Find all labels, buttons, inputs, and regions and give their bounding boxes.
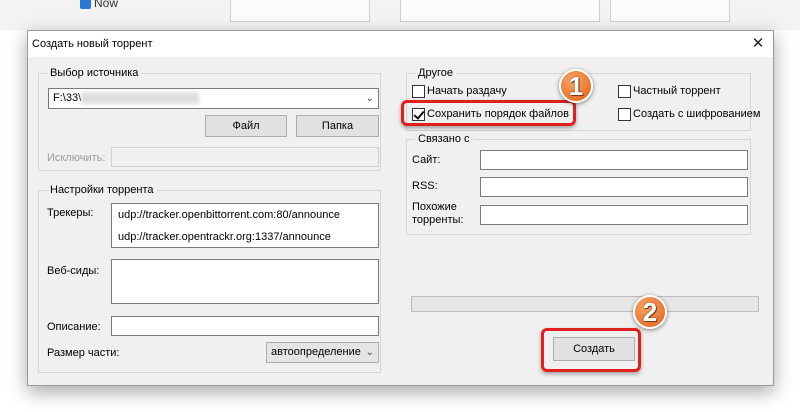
private-torrent-checkbox[interactable] xyxy=(618,85,631,98)
create-torrent-dialog: Создать новый торрент ✕ Выбор источника … xyxy=(27,30,774,386)
similar-torrents-input[interactable] xyxy=(480,205,748,225)
highlight-box-2 xyxy=(541,328,641,372)
webseeds-textarea[interactable] xyxy=(111,259,379,304)
app-tab-icon xyxy=(80,0,91,9)
piece-size-select[interactable]: автоопределение ⌄ xyxy=(266,342,379,363)
piece-size-label: Размер части: xyxy=(47,347,120,359)
private-torrent-label: Частный торрент xyxy=(633,85,721,97)
dialog-title: Создать новый торрент xyxy=(32,38,153,50)
dialog-titlebar: Создать новый торрент ✕ xyxy=(28,31,773,57)
site-input[interactable] xyxy=(480,150,748,170)
related-group: Связано с Сайт: RSS: Похожие торренты: xyxy=(406,133,751,235)
background-toolbar-segment xyxy=(610,0,730,22)
site-label: Сайт: xyxy=(412,154,441,166)
file-button[interactable]: Файл xyxy=(205,115,287,137)
background-toolbar-segment xyxy=(230,0,370,22)
piece-size-value: автоопределение xyxy=(271,346,361,358)
step-badge-1: 1 xyxy=(559,69,593,103)
torrent-settings-group: Настройки торрента Трекеры: udp://tracke… xyxy=(38,184,381,373)
background-app-toolbar: Now xyxy=(0,0,800,30)
related-group-legend: Связано с xyxy=(415,133,473,145)
similar-label-line1: Похожие xyxy=(412,201,457,213)
tracker-line: udp://tracker.openbittorrent.com:80/anno… xyxy=(118,209,340,221)
rss-label: RSS: xyxy=(412,180,438,192)
similar-label-line2: торренты: xyxy=(412,214,464,226)
chevron-down-icon: ⌄ xyxy=(365,93,374,104)
close-icon[interactable]: ✕ xyxy=(743,31,773,57)
other-group-legend: Другое xyxy=(415,67,456,79)
settings-group-legend: Настройки торрента xyxy=(47,184,157,196)
encryption-label: Создать с шифрованием xyxy=(633,108,761,120)
source-path-value: F:\33\ xyxy=(53,92,82,104)
description-label: Описание: xyxy=(47,321,101,333)
chevron-down-icon: ⌄ xyxy=(365,347,374,358)
description-input[interactable] xyxy=(111,316,379,336)
folder-button[interactable]: Папка xyxy=(296,115,379,137)
exclude-input xyxy=(111,147,379,167)
trackers-textarea[interactable]: udp://tracker.openbittorrent.com:80/anno… xyxy=(111,203,379,248)
tracker-line: udp://tracker.opentrackr.org:1337/announ… xyxy=(118,231,331,243)
step-badge-2: 2 xyxy=(633,295,667,329)
exclude-label: Исключить: xyxy=(47,152,106,164)
encryption-checkbox[interactable] xyxy=(618,108,631,121)
background-tab-label: Now xyxy=(94,0,119,10)
highlight-box-1 xyxy=(401,100,576,126)
webseeds-label: Веб-сиды: xyxy=(47,265,100,277)
start-seeding-label: Начать раздачу xyxy=(427,85,507,97)
source-group: Выбор источника F:\33\ ⌄ Файл Папка Искл… xyxy=(38,67,381,171)
redacted-path-mask xyxy=(81,92,199,104)
background-toolbar-segment xyxy=(400,0,600,22)
progress-bar xyxy=(411,296,759,312)
start-seeding-checkbox[interactable] xyxy=(412,85,425,98)
source-group-legend: Выбор источника xyxy=(47,67,142,79)
trackers-label: Трекеры: xyxy=(47,207,94,219)
rss-input[interactable] xyxy=(480,177,748,197)
